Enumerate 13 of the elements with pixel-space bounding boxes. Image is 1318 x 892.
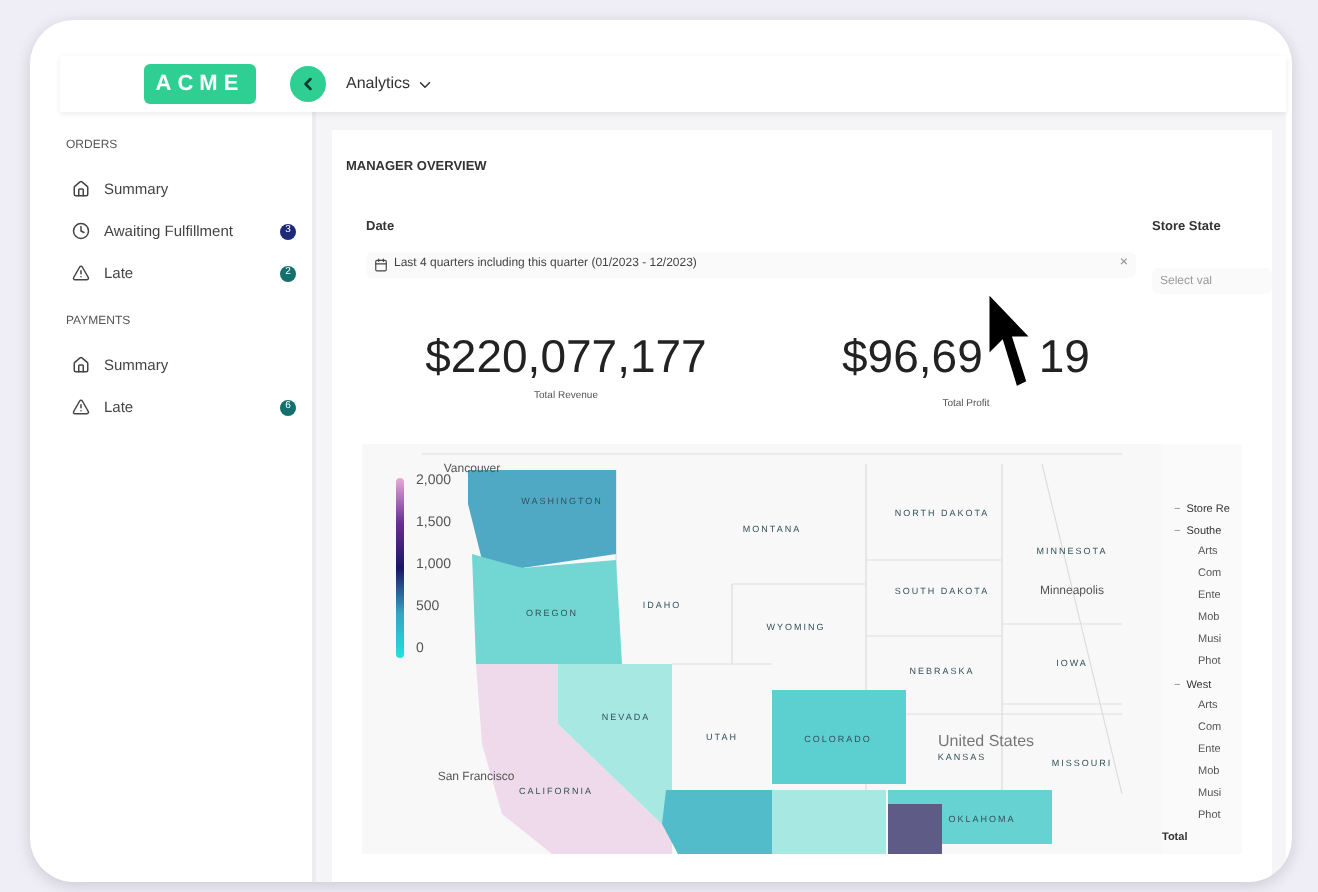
home-icon — [72, 180, 90, 198]
home-icon — [72, 356, 90, 374]
warning-icon — [72, 264, 90, 282]
collapse-sidebar-button[interactable] — [290, 66, 326, 102]
calendar-icon — [374, 257, 388, 271]
map-label: United States — [937, 733, 1035, 749]
stat-value: $96,69 — [842, 327, 983, 383]
stat-value: 19 — [1038, 327, 1090, 383]
stat-value: $220,077,177 — [425, 327, 707, 383]
warning-icon — [72, 398, 90, 416]
chevron-left-icon — [298, 74, 318, 94]
clock-icon — [72, 222, 90, 240]
analytics-menu[interactable]: Analytics — [346, 72, 435, 96]
